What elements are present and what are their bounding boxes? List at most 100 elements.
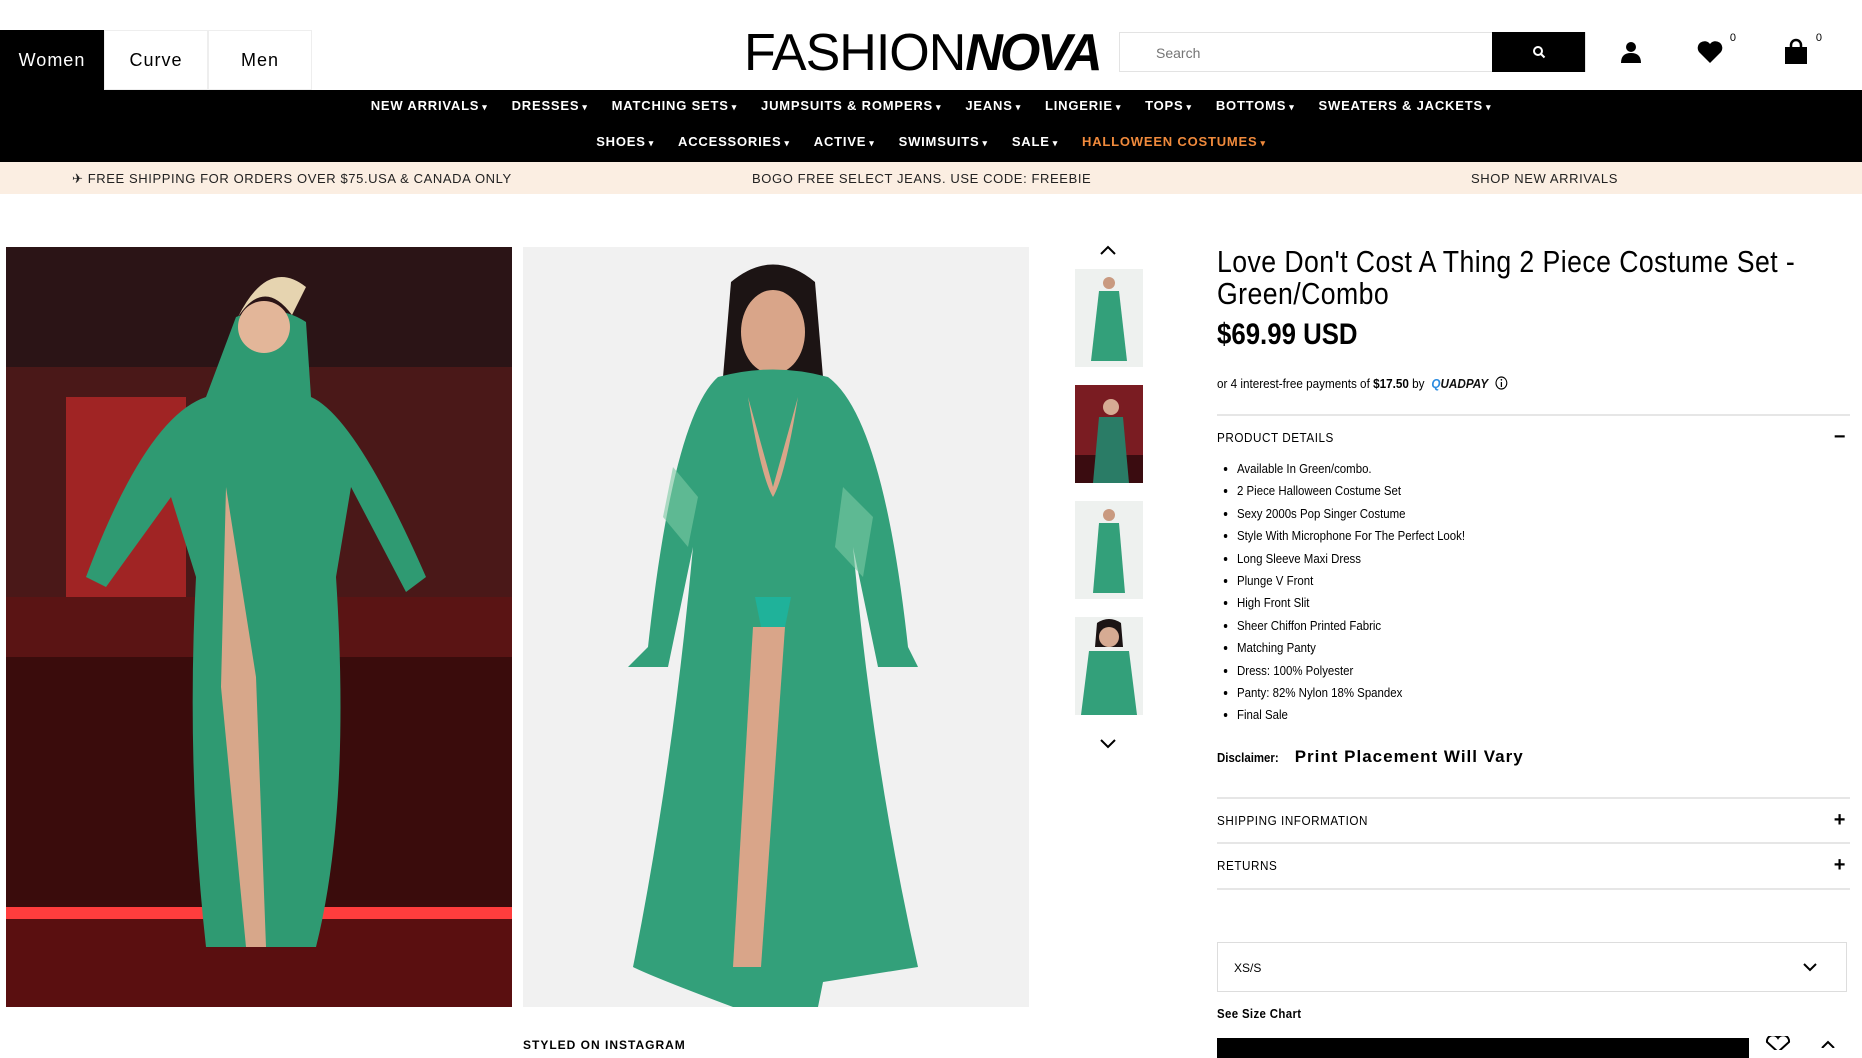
nav-swimsuits[interactable]: SWIMSUITS ▾ (887, 134, 1000, 149)
main-navigation: NEW ARRIVALS ▾ DRESSES ▾ MATCHING SETS ▾ JU… (0, 90, 1862, 162)
nav-row-primary: NEW ARRIVALS ▾ DRESSES ▾ MATCHING SETS ▾ JU… (0, 98, 1862, 113)
list-item: Sheer Chiffon Printed Fabric (1237, 615, 1465, 637)
chevron-down-icon: ▾ (648, 138, 655, 148)
product-photo-bar-scene (6, 247, 512, 1007)
heart-icon (1697, 41, 1723, 63)
quadpay-logo[interactable]: QUADPAY (1431, 376, 1488, 391)
chevron-down-icon: ▾ (936, 102, 942, 112)
nav-tops[interactable]: TOPS ▾ (1133, 98, 1204, 113)
divider (1217, 797, 1850, 799)
thumbnail-4[interactable] (1075, 617, 1143, 715)
wishlist-count: 0 (1729, 32, 1736, 44)
user-icon (1621, 42, 1641, 63)
thumbnail-image (1075, 269, 1143, 367)
list-item: Panty: 82% Nylon 18% Spandex (1237, 682, 1465, 704)
thumbnail-3[interactable] (1075, 501, 1143, 599)
thumbnail-image (1075, 617, 1143, 715)
promo-shop-new-arrivals[interactable]: SHOP NEW ARRIVALS (1471, 171, 1618, 186)
product-title: Love Don't Cost A Thing 2 Piece Costume … (1217, 244, 1796, 311)
disclaimer-label: Disclaimer: (1217, 750, 1279, 765)
chevron-down-icon: ▾ (1015, 102, 1022, 112)
styled-on-instagram-heading: STYLED ON INSTAGRAM (523, 1038, 686, 1052)
accordion-product-details[interactable]: PRODUCT DETAILS − (1217, 426, 1850, 448)
product-image-lifestyle[interactable] (6, 247, 512, 1007)
chevron-down-icon: ▾ (482, 102, 488, 112)
nav-jeans[interactable]: JEANS ▾ (953, 98, 1033, 113)
divider (1217, 414, 1850, 416)
chevron-down-icon: ▾ (1052, 138, 1059, 148)
info-icon[interactable] (1495, 376, 1508, 390)
nav-lingerie[interactable]: LINGERIE ▾ (1033, 98, 1133, 113)
disclaimer-value: Print Placement Will Vary (1294, 747, 1524, 766)
site-logo[interactable]: FASHION NOVA (744, 24, 1103, 82)
thumbnail-1[interactable] (1075, 269, 1143, 367)
nav-matching-sets[interactable]: MATCHING SETS ▾ (600, 98, 749, 113)
search-bar (1119, 32, 1586, 73)
account-button[interactable] (1613, 34, 1649, 70)
product-price: $69.99 USD (1217, 318, 1358, 351)
chevron-down-icon: ▾ (1115, 102, 1122, 112)
chevron-down-icon: ▾ (784, 138, 790, 148)
nav-row-secondary: SHOES ▾ ACCESSORIES ▾ ACTIVE ▾ SWIMSUITS ▾ S… (0, 134, 1862, 149)
thumbnails-down-button[interactable] (1092, 732, 1124, 756)
installment-info: or 4 interest-free payments of $17.50 by… (1217, 376, 1508, 391)
list-item: High Front Slit (1237, 592, 1465, 614)
chevron-down-icon: ▾ (1186, 102, 1192, 112)
list-item: Sexy 2000s Pop Singer Costume (1237, 503, 1465, 525)
share-icon[interactable] (1820, 1040, 1836, 1048)
search-input[interactable] (1120, 33, 1523, 73)
product-image-front[interactable] (523, 247, 1029, 1007)
list-item: Style With Microphone For The Perfect Lo… (1237, 525, 1465, 547)
nav-new-arrivals[interactable]: NEW ARRIVALS ▾ (359, 98, 500, 113)
nav-accessories[interactable]: ACCESSORIES ▾ (666, 134, 802, 149)
nav-dresses[interactable]: DRESSES ▾ (500, 98, 600, 113)
nav-shoes[interactable]: SHOES ▾ (584, 134, 666, 149)
nav-halloween-costumes[interactable]: HALLOWEEN COSTUMES ▾ (1070, 134, 1278, 149)
promo-bogo[interactable]: BOGO FREE SELECT JEANS. USE CODE: FREEBI… (752, 171, 1091, 186)
thumbnails-up-button[interactable] (1092, 238, 1124, 262)
list-item: Long Sleeve Maxi Dress (1237, 548, 1465, 570)
thumbnail-image (1075, 501, 1143, 599)
accordion-shipping-information[interactable]: SHIPPING INFORMATION + (1217, 809, 1850, 831)
installment-prefix: or 4 interest-free payments of (1217, 376, 1370, 391)
search-button[interactable] (1492, 32, 1585, 72)
chevron-down-icon: ▾ (1485, 102, 1492, 112)
divider (1217, 888, 1850, 890)
product-details-list: Available In Green/combo. 2 Piece Hallow… (1217, 458, 1496, 727)
thumbnail-image (1075, 385, 1143, 483)
chevron-down-icon (1803, 963, 1817, 972)
tab-curve[interactable]: Curve (104, 30, 208, 90)
list-item: Matching Panty (1237, 637, 1465, 659)
chevron-up-icon (1100, 245, 1116, 255)
add-to-bag-button[interactable] (1217, 1038, 1749, 1058)
tab-men[interactable]: Men (208, 30, 312, 90)
size-select[interactable]: XS/S (1217, 942, 1847, 992)
logo-text-nova: NOVA (965, 24, 1102, 82)
installment-by: by (1412, 376, 1425, 391)
thumbnail-2[interactable] (1075, 385, 1143, 483)
chevron-down-icon (1100, 739, 1116, 749)
logo-text-fashion: FASHION (744, 24, 966, 82)
wishlist-button[interactable]: 0 (1692, 32, 1736, 70)
chevron-down-icon: ▾ (582, 102, 588, 112)
accordion-label: SHIPPING INFORMATION (1217, 813, 1368, 828)
accordion-label: PRODUCT DETAILS (1217, 430, 1334, 445)
installment-amount: $17.50 (1373, 376, 1409, 391)
nav-sale[interactable]: SALE ▾ (1000, 134, 1070, 149)
nav-sweaters-jackets[interactable]: SWEATERS & JACKETS ▾ (1307, 98, 1504, 113)
size-chart-link[interactable]: See Size Chart (1217, 1006, 1301, 1021)
promo-bar: ✈ FREE SHIPPING FOR ORDERS OVER $75.USA … (0, 162, 1862, 194)
tab-women[interactable]: Women (0, 30, 104, 90)
nav-active[interactable]: ACTIVE ▾ (802, 134, 887, 149)
accordion-returns[interactable]: RETURNS + (1217, 854, 1850, 876)
chevron-down-icon: ▾ (869, 138, 875, 148)
expand-icon: + (1833, 854, 1846, 876)
cart-button[interactable]: 0 (1778, 32, 1822, 70)
shopping-bag-icon (1785, 38, 1807, 64)
cart-count: 0 (1815, 32, 1822, 44)
selected-size: XS/S (1234, 961, 1262, 975)
promo-free-shipping[interactable]: ✈ FREE SHIPPING FOR ORDERS OVER $75.USA … (72, 171, 512, 187)
chevron-down-icon: ▾ (1260, 138, 1266, 148)
nav-bottoms[interactable]: BOTTOMS ▾ (1204, 98, 1307, 113)
nav-jumpsuits-rompers[interactable]: JUMPSUITS & ROMPERS ▾ (749, 98, 953, 113)
